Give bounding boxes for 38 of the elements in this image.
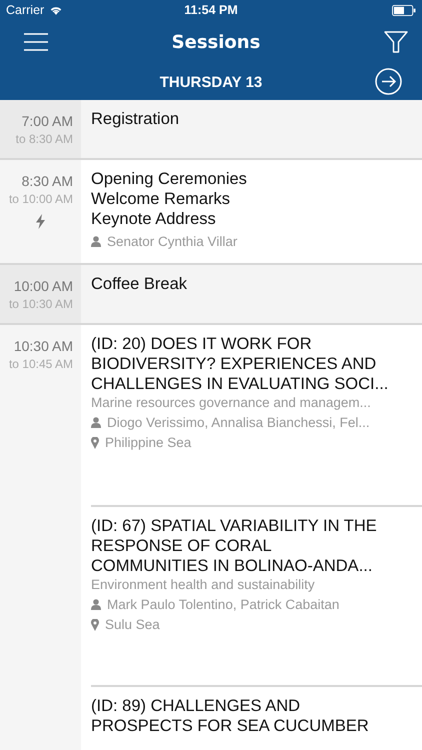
track-label: Marine resources governance and managem... [91,395,372,410]
session-title[interactable]: (ID: 67) SPATIAL VARIABILITY IN THE RESPONSE OF CORAL COMMUNITIES IN BOLINAO-ANDA... [91,516,422,576]
speakers-label: Diogo Verissimo, Annalisa Bianchessi, Fel... [107,415,370,430]
track-label: Environment health and sustainability [91,577,316,592]
session-title[interactable]: Coffee Break [91,274,422,294]
end-time: to 10:30 AM [8,297,73,311]
end-time: to 10:00 AM [8,192,73,206]
location-pin-icon [91,618,99,630]
start-time: 10:30 AM [14,338,73,354]
session-title[interactable]: (ID: 20) DOES IT WORK FOR BIODIVERSITY? EXPERIENCES AND CHALLENGES IN EVALUATING SOCI... [91,334,422,394]
status-time: 11:54 PM [184,3,238,17]
location-pin-icon [91,436,99,448]
menu-icon [24,33,48,51]
start-time: 8:30 AM [22,173,73,189]
filter-icon [384,31,408,53]
screen-title: Sessions [172,32,260,52]
wifi-icon [49,4,64,16]
end-time: to 8:30 AM [16,132,73,146]
session-title[interactable]: Registration [91,109,422,129]
speakers-label: Mark Paulo Tolentino, Patrick Cabaitan [107,597,340,612]
day-label: THURSDAY 13 [160,74,262,90]
carrier-label: Carrier [6,3,44,17]
next-day-button[interactable] [375,68,402,95]
person-icon [91,599,101,610]
battery-icon [392,4,416,16]
start-time: 7:00 AM [22,113,73,129]
arrow-right-circle-icon [375,68,402,95]
person-icon [91,417,101,428]
filter-button[interactable] [382,29,410,55]
location-label: Sulu Sea [105,617,160,632]
person-icon [91,236,101,247]
session-title[interactable]: (ID: 89) CHALLENGES AND PROSPECTS FOR SEA CUCUMBER [91,696,422,736]
speakers-label: Senator Cynthia Villar [107,234,238,249]
location-label: Philippine Sea [105,435,192,450]
start-time: 10:00 AM [14,278,73,294]
menu-button[interactable] [22,31,50,53]
end-time: to 10:45 AM [8,357,73,371]
session-title[interactable]: Opening Ceremonies Welcome Remarks Keynote Address [91,169,422,229]
